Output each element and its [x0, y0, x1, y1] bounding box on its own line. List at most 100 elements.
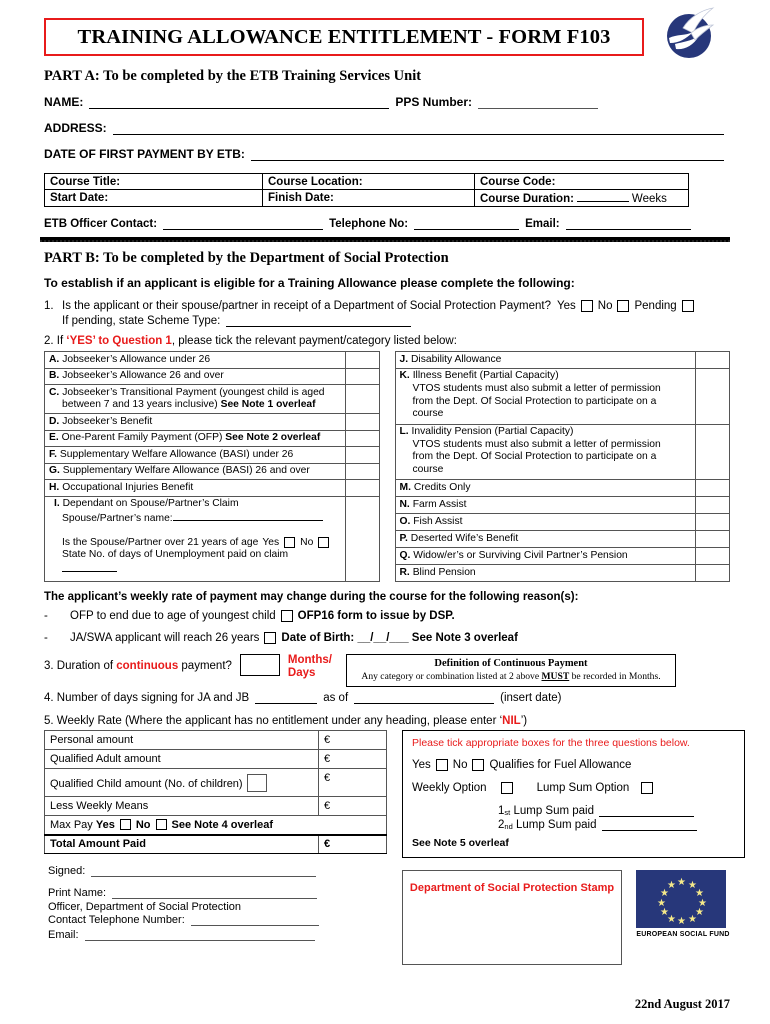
first-payment-input[interactable] [250, 148, 724, 161]
course-duration-cell[interactable]: Course Duration: Weeks [474, 189, 689, 207]
fuel-qualify-row: Yes No Qualifies for Fuel Allowance [412, 759, 735, 772]
cat-c-tick[interactable] [344, 384, 380, 415]
q1-yes-checkbox[interactable] [580, 300, 593, 312]
duration-input[interactable] [576, 191, 629, 202]
print-name-input[interactable] [112, 886, 318, 900]
cat-j-tick[interactable] [695, 351, 730, 369]
signed-input[interactable] [91, 864, 317, 878]
course-location-cell[interactable]: Course Location: [262, 173, 475, 190]
spouse-name-input[interactable] [172, 511, 323, 521]
reason-1-checkbox[interactable] [280, 610, 293, 623]
q1-pending-checkbox[interactable] [681, 300, 694, 312]
definition-pre: Any category or combination listed at 2 … [361, 671, 542, 683]
lump1-input[interactable] [599, 806, 694, 818]
finish-date-cell[interactable]: Finish Date: [262, 189, 475, 207]
question-2: 2. If ‘YES’ to Question 1, please tick t… [44, 335, 730, 347]
cat-l-letter: L. [399, 426, 409, 438]
cat-q-tick[interactable] [695, 547, 730, 566]
fuel-no-checkbox[interactable] [472, 759, 485, 772]
max-pay-yes-checkbox[interactable] [119, 818, 131, 830]
question-3: 3. Duration of continuous payment? Month… [44, 654, 730, 688]
lump-sum-option-label: Lump Sum Option [536, 782, 630, 795]
q1-scheme-row: If pending, state Scheme Type: [62, 314, 730, 327]
reason-ofp: - OFP to end due to age of youngest chil… [44, 610, 730, 623]
qualified-adult-input[interactable]: € [318, 749, 387, 770]
sig-email-input[interactable] [84, 928, 315, 942]
qualified-child-input[interactable]: € [318, 768, 387, 798]
lump-sum-option-checkbox[interactable] [641, 782, 654, 795]
children-count-input[interactable] [246, 773, 267, 792]
cat-n-tick[interactable] [695, 496, 730, 515]
telephone-input[interactable] [414, 217, 520, 230]
over21-yes-checkbox[interactable] [284, 537, 296, 549]
definition-post: be recorded in Months. [569, 671, 661, 683]
cat-j-cell: J. Disability Allowance [394, 351, 696, 369]
cat-b-tick[interactable] [344, 367, 380, 386]
bottom-section: Personal amount € Qualified Adult amount… [44, 730, 745, 966]
cat-i-spacer [49, 526, 341, 537]
contact-input[interactable] [190, 913, 319, 927]
cat-d-tick[interactable] [344, 413, 380, 431]
over21-no-checkbox[interactable] [318, 537, 330, 549]
duration-value-input[interactable] [239, 654, 280, 677]
cat-e-tick[interactable] [344, 429, 380, 448]
cat-c-line2-wrap: between 7 and 13 years inclusive) See No… [49, 399, 341, 412]
reason-2-checkbox[interactable] [264, 632, 277, 645]
personal-amount-input[interactable]: € [318, 730, 387, 751]
etb-officer-row: ETB Officer Contact: Telephone No: Email… [44, 217, 730, 230]
page-title: TRAINING ALLOWANCE ENTITLEMENT - FORM F1… [77, 25, 611, 48]
cat-h-cell: H. Occupational Injuries Benefit [44, 479, 346, 497]
cat-f-tick[interactable] [344, 446, 380, 464]
reason-1-dash: - [44, 610, 48, 623]
table-row: C. Jobseeker’s Transitional Payment (you… [44, 384, 380, 415]
address-label: ADDRESS: [44, 121, 107, 135]
course-title-cell[interactable]: Course Title: [44, 173, 263, 190]
less-weekly-means-input[interactable]: € [318, 796, 387, 817]
q1-no-checkbox[interactable] [617, 300, 630, 312]
cat-g-letter: G. [49, 465, 60, 477]
spouse-name-row: Spouse/Partner’s name: [49, 511, 341, 526]
total-amount-input[interactable]: € [318, 833, 387, 855]
email-input[interactable] [565, 217, 691, 230]
etb-officer-input[interactable] [163, 217, 324, 230]
q3-number: 3. [44, 660, 54, 673]
cat-k-text: Illness Benefit (Partial Capacity) [412, 370, 559, 382]
cat-d-letter: D. [49, 415, 60, 427]
cat-h-tick[interactable] [344, 479, 380, 497]
form-title-box: TRAINING ALLOWANCE ENTITLEMENT - FORM F1… [44, 18, 644, 56]
q4-date-input[interactable] [354, 691, 495, 705]
cat-l-tick[interactable] [695, 423, 730, 481]
cat-a-tick[interactable] [344, 351, 380, 369]
signed-label: Signed: [48, 865, 86, 878]
over21-label: Is the Spouse/Partner over 21 years of a… [62, 536, 259, 548]
lump2-input[interactable] [601, 820, 697, 832]
fuel-qualifies-label: Qualifies for Fuel Allowance [489, 759, 632, 772]
start-date-cell[interactable]: Start Date: [44, 189, 263, 207]
form-header: TRAINING ALLOWANCE ENTITLEMENT - FORM F1… [40, 0, 730, 66]
fuel-no-label: No [452, 759, 468, 772]
cat-k-tick[interactable] [695, 367, 730, 425]
q3-label: 3. Duration of continuous payment? [44, 654, 232, 672]
q4-days-input[interactable] [255, 691, 318, 705]
cat-r-tick[interactable] [695, 564, 730, 583]
max-pay-cell: Max Pay Yes No See Note 4 overleaf [44, 815, 387, 836]
cat-o-tick[interactable] [695, 513, 730, 532]
name-input[interactable] [89, 96, 390, 109]
part-b-heading: PART B: To be completed by the Departmen… [44, 250, 449, 266]
days-unemployment-input[interactable] [62, 562, 117, 572]
cat-m-tick[interactable] [695, 479, 730, 498]
cat-g-tick[interactable] [344, 462, 380, 481]
cat-p-tick[interactable] [695, 530, 730, 549]
scheme-type-input[interactable] [226, 314, 412, 327]
fuel-yes-checkbox[interactable] [435, 759, 448, 772]
cat-q-letter: Q. [399, 549, 411, 561]
address-input[interactable] [112, 122, 724, 135]
pps-input[interactable] [478, 96, 599, 109]
stamp-box[interactable]: Department of Social Protection Stamp [402, 870, 622, 966]
weekly-option-checkbox[interactable] [500, 782, 513, 795]
q3-emphasis: continuous [116, 660, 179, 673]
course-code-cell[interactable]: Course Code: [474, 173, 689, 190]
print-name-row: Print Name: [48, 886, 387, 900]
max-pay-no-checkbox[interactable] [155, 818, 167, 830]
cat-i-tick[interactable] [344, 495, 380, 583]
